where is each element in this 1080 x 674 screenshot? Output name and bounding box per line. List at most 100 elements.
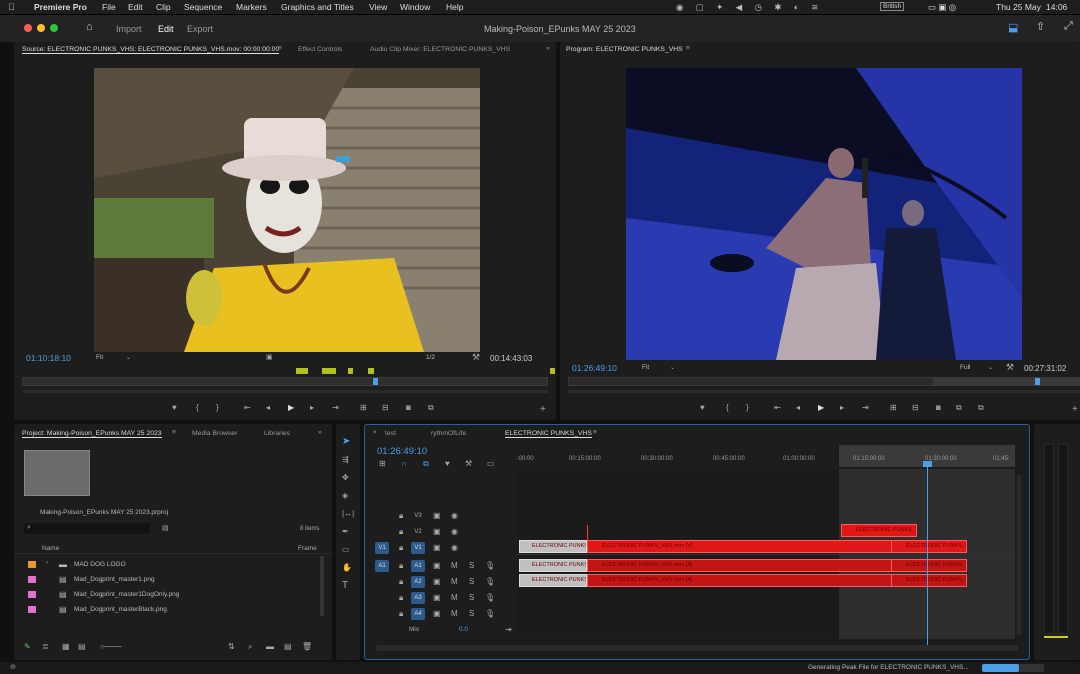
sync-lock-icon[interactable]: ▣	[433, 594, 441, 602]
captions-icon[interactable]: ▭	[487, 460, 495, 468]
video-clip[interactable]: ELECTRONIC PUNKS_VHS.mov [V]	[519, 540, 587, 553]
menubar-date[interactable]: Thu 25 May	[996, 2, 1041, 12]
playhead-handle[interactable]	[923, 461, 932, 467]
status-icons[interactable]: ◉ ▢ ✦ ◀ ◷ ✱ ◐ ≋	[676, 2, 823, 13]
chevron-down-icon[interactable]: ⌄	[126, 354, 131, 361]
type-tool-icon[interactable]: T	[342, 581, 348, 591]
minimize-window-button[interactable]	[37, 24, 45, 32]
sync-lock-icon[interactable]: ▣	[433, 578, 441, 586]
project-search-input[interactable]: ⌕	[24, 523, 150, 534]
sync-lock-icon[interactable]: ▣	[433, 512, 441, 520]
zoom-window-button[interactable]	[50, 24, 58, 32]
trash-icon[interactable]: 🗑	[302, 643, 312, 651]
project-scrollbar[interactable]	[320, 556, 324, 616]
track-select-tool-icon[interactable]: ⇶	[342, 456, 349, 464]
source-scrub-bar[interactable]	[22, 377, 548, 386]
audio-clip[interactable]: ELECTRONIC PUNKS_VHS.mov [A]	[587, 559, 895, 572]
freeform-view-icon[interactable]: ▤	[78, 643, 86, 651]
source-playhead[interactable]	[373, 378, 378, 385]
rectangle-tool-icon[interactable]: ▭	[342, 546, 350, 554]
step-back-icon[interactable]: ◂	[796, 404, 800, 412]
settings-wrench-icon[interactable]: ⚒	[465, 460, 472, 468]
nest-icon[interactable]: ⊞	[379, 460, 386, 468]
menu-edit[interactable]: Edit	[128, 2, 143, 12]
find-icon[interactable]: ⌕	[248, 643, 252, 651]
overwrite-icon[interactable]: ⊟	[382, 404, 389, 412]
track-target-a4[interactable]: A4	[411, 608, 425, 620]
new-bin-from-search-icon[interactable]: ▤	[162, 524, 169, 532]
selection-tool-icon[interactable]: ➤	[342, 437, 350, 447]
project-row[interactable]: ▤ Mad_Dogprint_master1DogOnly.png	[14, 588, 314, 602]
tab-program[interactable]: Program: ELECTRONIC PUNKS_VHS	[566, 46, 683, 53]
overflow-icon[interactable]: »	[318, 429, 322, 436]
tab-source[interactable]: Source: ELECTRONIC PUNKS_VHS: ELECTRONIC…	[22, 46, 280, 54]
audio-clip[interactable]: ELECTRONIC PUNKS_VHS.mov [A]	[519, 574, 587, 587]
track-target-v2[interactable]: V2	[411, 526, 425, 538]
add-button-icon[interactable]: +	[540, 404, 546, 415]
add-marker-icon[interactable]: ♥	[700, 404, 705, 412]
go-to-out-icon[interactable]: ⇥	[862, 404, 869, 412]
program-resolution-select[interactable]: Full	[960, 364, 970, 371]
mark-out-icon[interactable]: }	[216, 404, 219, 412]
menu-window[interactable]: Window	[400, 2, 430, 12]
eye-icon[interactable]: ◉	[451, 528, 458, 536]
timeline-playhead[interactable]	[927, 461, 928, 645]
mix-volume-value[interactable]: 0.0	[459, 626, 468, 633]
apple-icon[interactable]: 	[8, 2, 15, 12]
project-row[interactable]: › ▬ MAD DOG LOGO	[14, 558, 314, 572]
tab-media-browser[interactable]: Media Browser	[192, 430, 237, 437]
battery-icon[interactable]: ▭ ▣ ◎	[928, 2, 956, 13]
chevron-down-icon[interactable]: ⌄	[670, 364, 675, 371]
track-target-a3[interactable]: A3	[411, 592, 425, 604]
solo-icon[interactable]: S	[469, 594, 474, 602]
lock-icon[interactable]: 🔒︎	[399, 544, 403, 552]
mark-in-icon[interactable]: {	[726, 404, 729, 412]
tab-audio-clip-mixer[interactable]: Audio Clip Mixer: ELECTRONIC PUNKS_VHS	[370, 46, 510, 53]
program-fit-select[interactable]: Fit	[642, 364, 649, 371]
sort-icon[interactable]: ⇅	[228, 643, 235, 651]
close-window-button[interactable]	[24, 24, 32, 32]
video-clip[interactable]: ELECTRONIC PUNKS_VHS.mov [V]	[841, 524, 917, 537]
slip-tool-icon[interactable]: |↔|	[342, 510, 354, 518]
tab-project[interactable]: Project: Making-Poison_EPunks MAY 25 202…	[22, 430, 162, 438]
microphone-icon[interactable]: 🎙︎	[485, 562, 495, 570]
settings-wrench-icon[interactable]: ⚒	[1006, 362, 1014, 373]
workspace-import[interactable]: Import	[116, 24, 142, 34]
lock-icon[interactable]: 🔒︎	[399, 594, 403, 602]
tab-sequence-test[interactable]: test	[385, 430, 396, 437]
add-marker-icon[interactable]: ♥	[445, 460, 450, 468]
step-forward-icon[interactable]: ▸	[840, 404, 844, 412]
pen-tool-icon[interactable]: ✒	[342, 528, 349, 536]
lock-icon[interactable]: 🔒︎	[399, 562, 403, 570]
chevron-down-icon[interactable]: ⌄	[988, 364, 993, 371]
add-marker-icon[interactable]: ♥	[172, 404, 177, 412]
camera-icon[interactable]: ◙	[936, 404, 941, 412]
source-fit-select[interactable]: Fit	[96, 354, 103, 361]
track-target-a2[interactable]: A2	[411, 576, 425, 588]
play-icon[interactable]: ▶	[288, 404, 294, 412]
eye-icon[interactable]: ◉	[451, 544, 458, 552]
lift-icon[interactable]: ⊞	[890, 404, 897, 412]
disclosure-triangle-icon[interactable]: ›	[46, 560, 48, 566]
program-timecode[interactable]: 01:26:49:10	[572, 363, 617, 373]
share-icon[interactable]: ⇧	[1036, 20, 1045, 33]
sync-lock-icon[interactable]: ▣	[433, 528, 441, 536]
audio-clip[interactable]: ELECTRONIC PUNKS_VHS.mov [A]	[519, 559, 587, 572]
source-patch-a1[interactable]: A1	[375, 560, 389, 572]
timeline-timecode[interactable]: 01:26:49:10	[377, 446, 427, 457]
extract-icon[interactable]: ⊟	[912, 404, 919, 412]
track-target-a1[interactable]: A1	[411, 560, 425, 572]
lock-icon[interactable]: 🔒︎	[399, 578, 403, 586]
timeline-horizontal-scroll[interactable]	[375, 645, 1019, 651]
program-scrub-bar[interactable]	[568, 377, 1080, 386]
keyboard-layout[interactable]: British	[880, 2, 905, 11]
new-bin-icon[interactable]: ▬	[266, 643, 274, 651]
project-row[interactable]: ▤ Mad_Dogprint_master1.png	[14, 573, 314, 587]
menubar-time[interactable]: 14:06	[1046, 2, 1067, 12]
track-target-v3[interactable]: V3	[411, 510, 425, 522]
video-clip[interactable]: ELECTRONIC PUNKS_VHS.mov [V]	[587, 540, 895, 553]
play-icon[interactable]: ▶	[818, 404, 824, 412]
marker-icon[interactable]: ▣	[266, 353, 273, 361]
overflow-icon[interactable]: »	[546, 45, 550, 52]
microphone-icon[interactable]: 🎙︎	[485, 594, 495, 602]
